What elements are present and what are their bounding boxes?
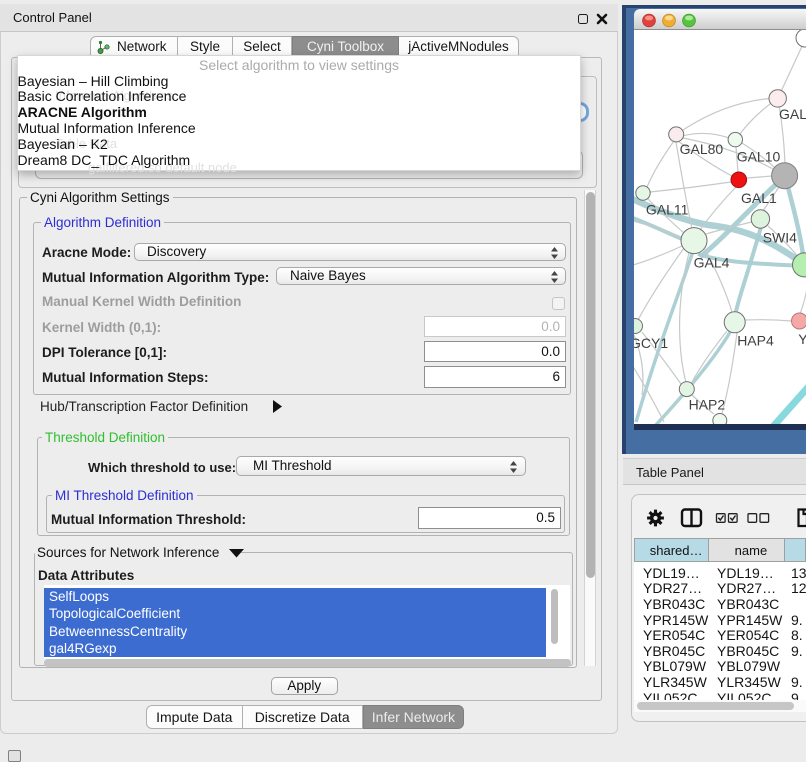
- svg-text:GAL4: GAL4: [694, 255, 730, 271]
- svg-text:HAP4: HAP4: [737, 333, 774, 349]
- svg-text:SWI4: SWI4: [763, 230, 797, 246]
- svg-text:GAL1: GAL1: [741, 190, 777, 206]
- svg-text:GCY1: GCY1: [634, 335, 668, 351]
- svg-text:GAL10: GAL10: [737, 149, 781, 165]
- svg-text:Y: Y: [798, 331, 806, 347]
- svg-text:GAL80: GAL80: [680, 141, 724, 157]
- svg-text:HAP2: HAP2: [689, 397, 726, 413]
- svg-text:GAL11: GAL11: [646, 202, 689, 218]
- svg-text:GAL2: GAL2: [779, 106, 806, 122]
